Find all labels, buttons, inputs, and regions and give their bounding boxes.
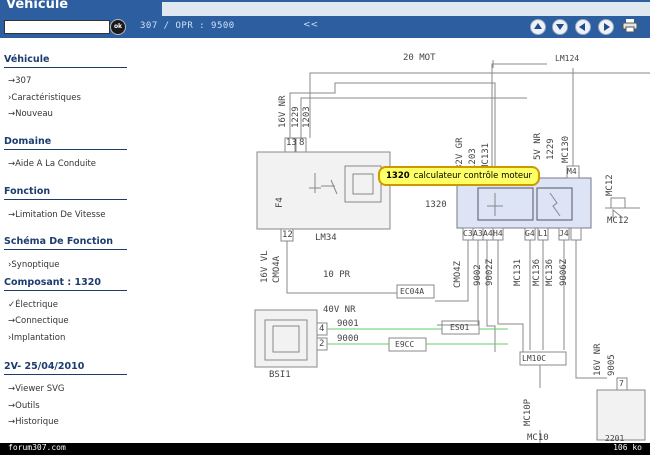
wire-label-mc130: MC130 xyxy=(561,135,571,163)
ground-label-mc12b: MC12 xyxy=(607,216,629,226)
wire-label-9006z: 9006Z xyxy=(559,258,569,286)
wiring-diagram-svg xyxy=(254,60,650,443)
pin-label-4: 4 xyxy=(319,324,325,334)
sidebar-item-implantation[interactable]: ›Implantation xyxy=(8,333,65,343)
wire-label-cmo4a: CMO4A xyxy=(272,255,282,283)
wire-label-9002: 9002 xyxy=(473,264,483,286)
title-bar: Véhicule xyxy=(0,0,650,16)
section-schema-fonction: Schéma De Fonction xyxy=(4,236,127,250)
pin-label-m4: M4 xyxy=(567,167,577,176)
tooltip-id: 1320 xyxy=(386,171,410,181)
nav-history-separator[interactable]: << xyxy=(303,20,318,30)
ground-label-mc10: MC10 xyxy=(527,433,549,443)
nav-up-icon[interactable] xyxy=(530,19,546,35)
footer-site: forum307.com xyxy=(8,443,66,452)
wire-label-16v-vl: 16V VL xyxy=(260,250,270,283)
pin-label-8: 8 xyxy=(299,138,305,148)
connector-label-es01: ES01 xyxy=(450,323,470,332)
nav-right-icon[interactable] xyxy=(598,19,614,35)
pin-label-j4: J4 xyxy=(559,229,569,238)
pin-label-h4: H4 xyxy=(493,229,503,238)
ok-button[interactable]: ok xyxy=(110,19,126,35)
vehicle-reference: 307 / OPR : 9500 xyxy=(140,21,235,31)
section-composant: Composant : 1320 xyxy=(4,277,127,291)
search-input[interactable] xyxy=(4,20,110,34)
sidebar-item-aide-conduite[interactable]: →Aide A La Conduite xyxy=(8,159,96,169)
connector-label-ec04a: EC04A xyxy=(400,287,425,296)
sidebar-item-synoptique[interactable]: ›Synoptique xyxy=(8,260,60,270)
component-label-bsi1: BSI1 xyxy=(269,370,291,380)
wire-label-9005: 9005 xyxy=(607,354,617,376)
sidebar-item-outils[interactable]: →Outils xyxy=(8,401,40,411)
pin-label-l1: L1 xyxy=(538,229,548,238)
title-tab-strip xyxy=(162,2,650,16)
nav-left-icon[interactable] xyxy=(575,19,591,35)
component-label-2201: 2201 xyxy=(605,434,625,443)
connector-label-e9cc: E9CC xyxy=(395,340,415,349)
pin-label-12: 12 xyxy=(282,230,293,240)
wire-label-cmo4z: CMO4Z xyxy=(453,260,463,288)
wire-label-9002z: 9002Z xyxy=(485,258,495,286)
wire-label-9000: 9000 xyxy=(337,334,359,344)
component-tooltip: 1320 calculateur contrôle moteur xyxy=(378,166,541,186)
sidebar-item-nouveau[interactable]: →Nouveau xyxy=(8,109,53,119)
section-domaine: Domaine xyxy=(4,136,127,150)
sidebar-item-limitation-vitesse[interactable]: →Limitation De Vitesse xyxy=(8,210,106,220)
app-title: Véhicule xyxy=(6,0,69,12)
wire-label-1229b: 1229 xyxy=(546,138,556,160)
toolbar: ok 307 / OPR : 9500 << xyxy=(0,16,650,38)
wire-label-mc131b: MC131 xyxy=(513,258,523,286)
wire-label-16v-nr-right: 16V NR xyxy=(593,343,603,376)
connector-label-lm124: LM124 xyxy=(555,54,580,63)
footer: forum307.com 106 ko xyxy=(0,443,650,455)
wire-label-9001: 9001 xyxy=(337,319,359,329)
ground-label-mc10p: MC10P xyxy=(523,398,533,426)
sidebar-item-electrique[interactable]: ✓Électrique xyxy=(8,300,58,310)
sidebar-item-historique[interactable]: →Historique xyxy=(8,417,59,427)
pin-label-c3: C3 xyxy=(463,229,473,238)
tooltip-text: calculateur contrôle moteur xyxy=(413,171,533,181)
sidebar-item-viewer-svg[interactable]: →Viewer SVG xyxy=(8,384,65,394)
wire-label-16v-nr: 16V NR xyxy=(278,95,288,128)
sidebar-item-connectique[interactable]: →Connectique xyxy=(8,316,69,326)
component-label-1320: 1320 xyxy=(425,200,447,210)
sidebar-item-caracteristiques[interactable]: ›Caractéristiques xyxy=(8,93,81,103)
print-icon[interactable] xyxy=(622,19,638,33)
wire-label-1229: 1229 xyxy=(291,106,301,128)
pin-label-g4: G4 xyxy=(525,229,535,238)
wiring-diagram[interactable]: 20 MOT LM124 16V NR 1229 1203 13 8 F4 12… xyxy=(135,38,650,443)
wire-label-mc136b: MC136 xyxy=(545,258,555,286)
pin-label-13: 13 xyxy=(286,138,297,148)
pin-label-a4: A4 xyxy=(483,229,493,238)
pin-label-2: 2 xyxy=(319,339,325,349)
section-fonction: Fonction xyxy=(4,186,127,200)
component-label-lm34: LM34 xyxy=(315,233,337,243)
ground-label-mc12: MC12 xyxy=(605,174,615,196)
sidebar: Véhicule →307 ›Caractéristiques →Nouveau… xyxy=(0,38,135,443)
sidebar-item-307[interactable]: →307 xyxy=(8,76,31,86)
wire-label-10-pr: 10 PR xyxy=(323,270,351,280)
pin-label-a3: A3 xyxy=(473,229,483,238)
wire-label-20-mot: 20 MOT xyxy=(403,53,436,63)
wire-label-1203: 1203 xyxy=(302,106,312,128)
wire-label-5v-nr: 5V NR xyxy=(533,132,543,160)
connector-label-lm10c: LM10C xyxy=(522,354,547,363)
footer-size: 106 ko xyxy=(613,443,642,452)
section-vehicule: Véhicule xyxy=(4,54,127,68)
pin-label-7: 7 xyxy=(619,379,624,388)
fuse-label-f4: F4 xyxy=(275,197,285,208)
nav-down-icon[interactable] xyxy=(552,19,568,35)
wire-label-mc136: MC136 xyxy=(532,258,542,286)
wire-label-40v-nr: 40V NR xyxy=(323,305,356,315)
section-version: 2V- 25/04/2010 xyxy=(4,361,127,375)
